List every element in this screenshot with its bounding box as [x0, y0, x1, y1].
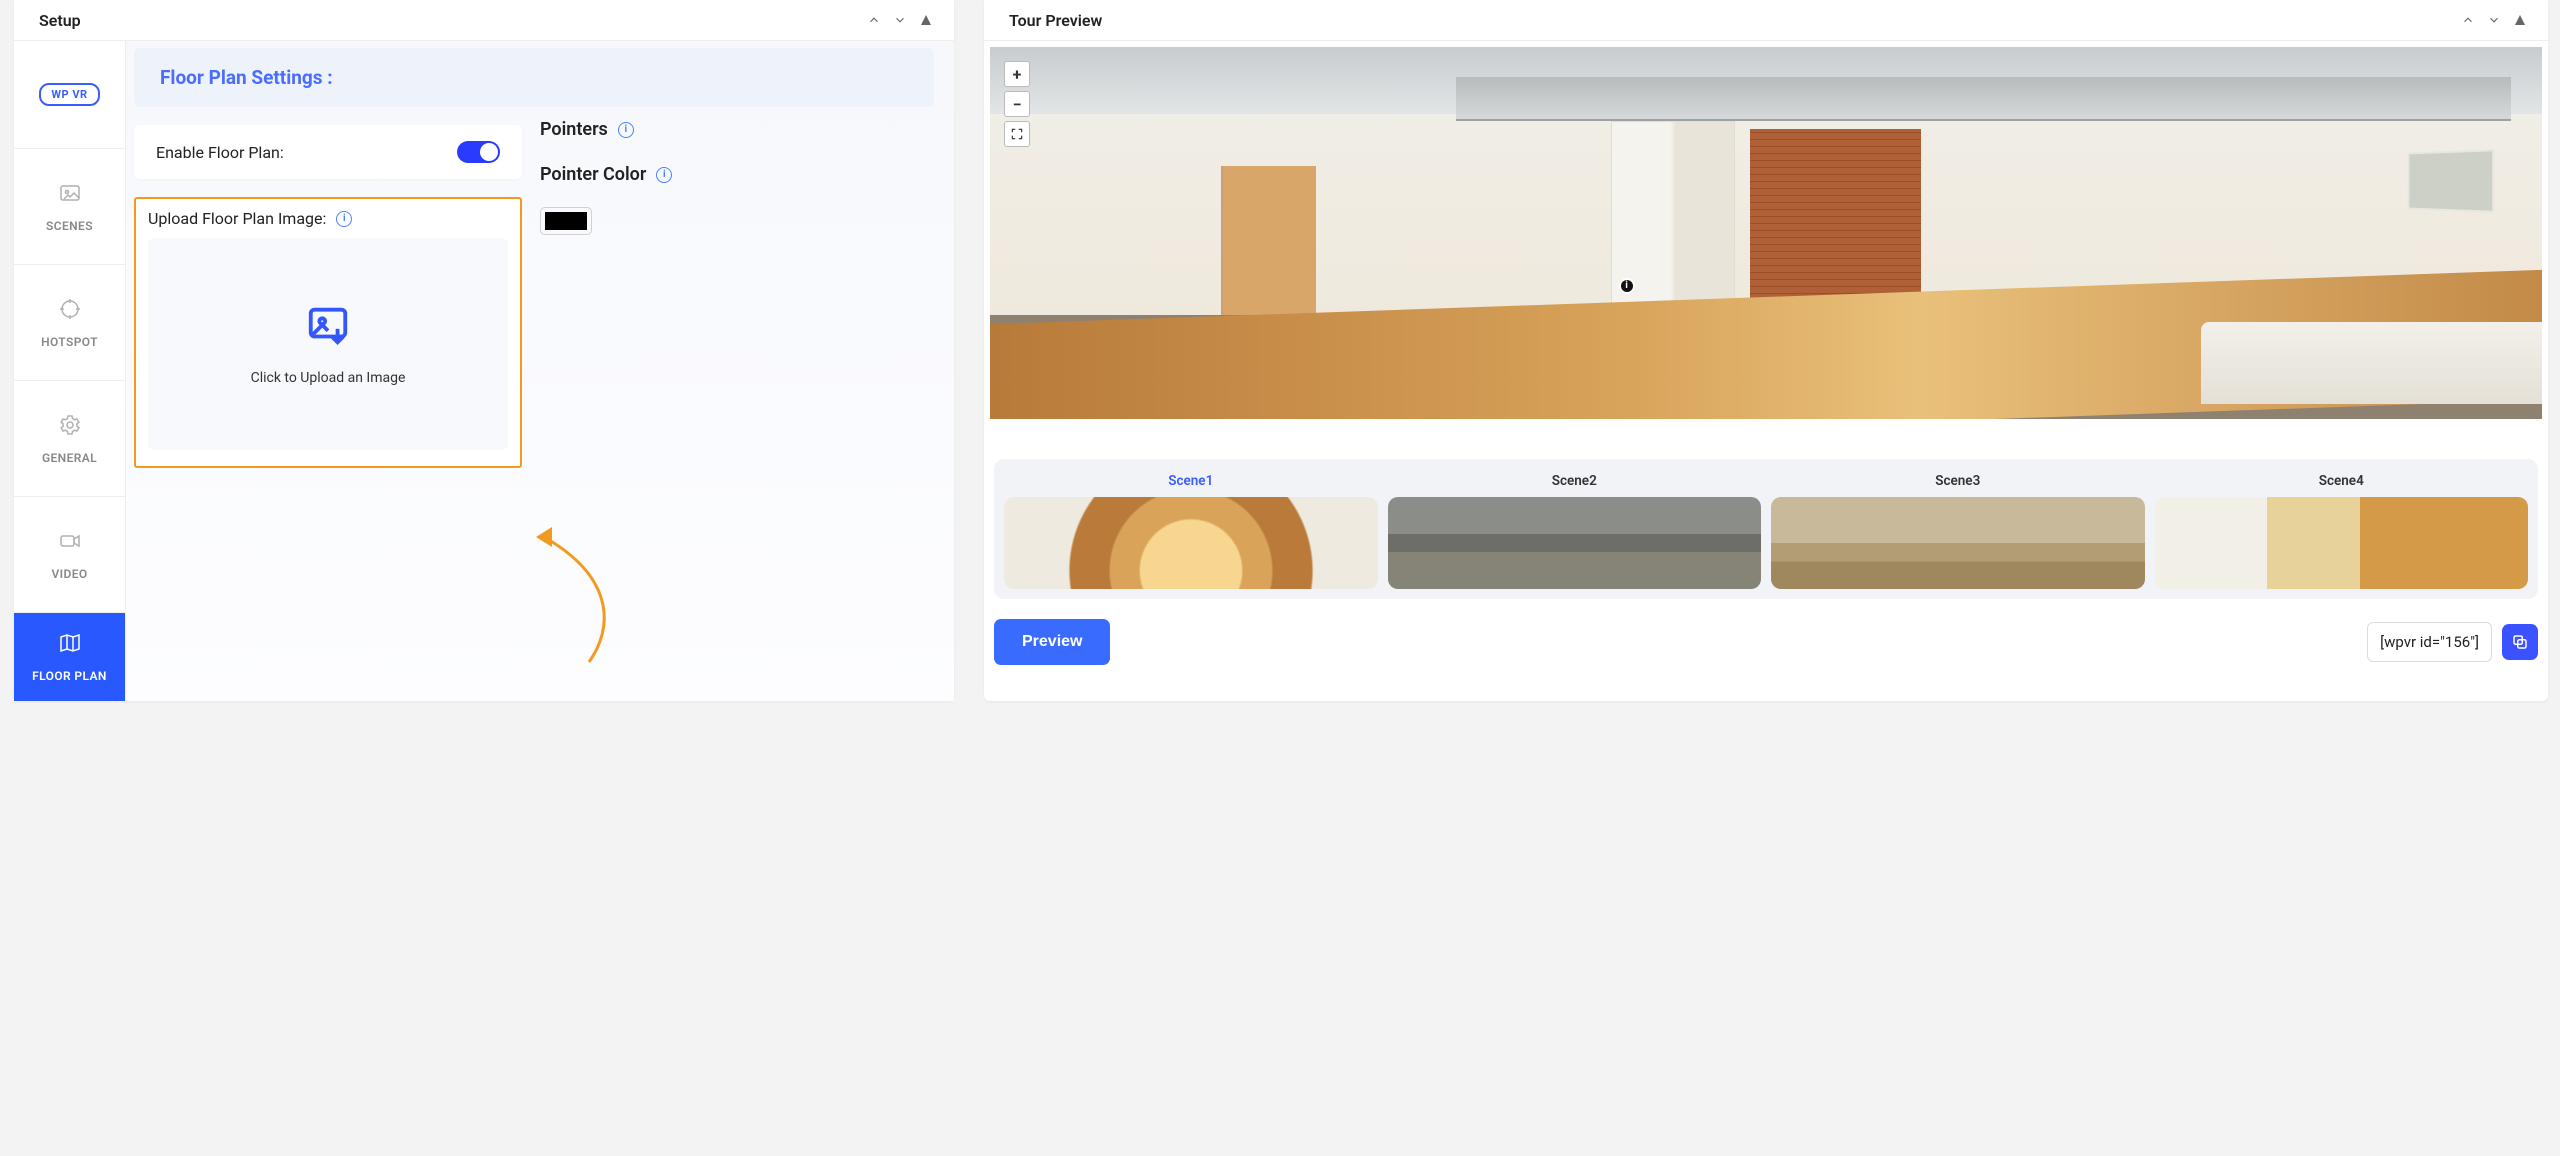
sidebar-item-label: FLOOR PLAN	[32, 669, 107, 683]
sidebar: WP VR SCENES HOTSPOT GENERAL VIDE	[14, 41, 126, 701]
scene-name: Scene2	[1552, 473, 1597, 489]
fullscreen-icon	[1010, 127, 1024, 141]
fullscreen-button[interactable]	[1004, 121, 1030, 147]
copy-icon	[2511, 633, 2529, 651]
preview-bottom-row: Preview [wpvr id="156"]	[990, 619, 2542, 665]
map-icon	[58, 631, 82, 655]
upload-hint-text: Click to Upload an Image	[251, 370, 406, 386]
scene-thumb-4[interactable]: Scene4	[2155, 473, 2529, 589]
setup-header-controls	[864, 10, 936, 30]
tour-preview-panel: Tour Preview	[984, 0, 2548, 701]
pointer-color-swatch[interactable]	[540, 207, 592, 235]
collapse-triangle-icon[interactable]	[916, 10, 936, 30]
scene-thumbnail	[1388, 497, 1762, 589]
sidebar-item-general[interactable]: GENERAL	[14, 381, 125, 497]
video-icon	[58, 529, 82, 553]
pointer-color-label-text: Pointer Color	[540, 164, 646, 185]
scene-name: Scene3	[1935, 473, 1980, 489]
scene-thumbnail	[1771, 497, 2145, 589]
scene-name: Scene4	[2319, 473, 2364, 489]
enable-floor-plan-label: Enable Floor Plan:	[156, 143, 284, 162]
scene-thumb-3[interactable]: Scene3	[1771, 473, 2145, 589]
setup-panel: Setup WP VR SCENES	[14, 0, 954, 701]
image-icon	[58, 181, 82, 205]
scene-thumbnail-strip: Scene1 Scene2 Scene3 Scene4	[994, 459, 2538, 599]
settings-heading: Floor Plan Settings :	[160, 66, 908, 89]
logo-text: WP VR	[39, 83, 99, 106]
sidebar-item-label: GENERAL	[42, 451, 97, 465]
zoom-in-button[interactable]: +	[1004, 61, 1030, 87]
enable-floor-plan-row: Enable Floor Plan:	[134, 125, 522, 179]
crosshair-icon	[58, 297, 82, 321]
pointers-heading-text: Pointers	[540, 119, 608, 140]
upload-floor-plan-label: Upload Floor Plan Image: i	[148, 209, 508, 228]
collapse-down-icon[interactable]	[890, 10, 910, 30]
scene-thumbnail	[1004, 497, 1378, 589]
info-icon[interactable]: i	[656, 167, 672, 183]
copy-shortcode-button[interactable]	[2502, 624, 2538, 660]
upload-floor-plan-box: Upload Floor Plan Image: i C	[134, 197, 522, 468]
scene-render	[990, 47, 2542, 419]
setup-panel-header: Setup	[14, 0, 954, 41]
main-content: Floor Plan Settings : Enable Floor Plan:…	[126, 41, 954, 701]
tour-preview-viewport[interactable]: + − i	[990, 47, 2542, 419]
upload-floor-plan-dropzone[interactable]: Click to Upload an Image	[148, 238, 508, 450]
collapse-up-icon[interactable]	[864, 10, 884, 30]
sidebar-item-label: VIDEO	[51, 567, 87, 581]
upload-image-icon	[305, 302, 351, 348]
shortcode-text[interactable]: [wpvr id="156"]	[2367, 622, 2492, 662]
collapse-up-icon[interactable]	[2458, 10, 2478, 30]
sidebar-item-floor-plan[interactable]: FLOOR PLAN	[14, 613, 125, 701]
hotspot-marker[interactable]: i	[1619, 278, 1635, 294]
collapse-down-icon[interactable]	[2484, 10, 2504, 30]
scene-thumb-2[interactable]: Scene2	[1388, 473, 1762, 589]
tour-preview-header-controls	[2458, 10, 2530, 30]
sidebar-item-scenes[interactable]: SCENES	[14, 149, 125, 265]
pointers-heading: Pointers i	[540, 119, 934, 140]
zoom-out-button[interactable]: −	[1004, 91, 1030, 117]
info-icon[interactable]: i	[618, 122, 634, 138]
info-icon[interactable]: i	[336, 211, 352, 227]
logo: WP VR	[14, 41, 125, 149]
preview-button[interactable]: Preview	[994, 619, 1110, 665]
gear-icon	[58, 413, 82, 437]
annotation-arrow-icon	[534, 517, 654, 667]
tour-preview-header: Tour Preview	[984, 0, 2548, 41]
collapse-triangle-icon[interactable]	[2510, 10, 2530, 30]
setup-title: Setup	[39, 11, 81, 30]
tour-preview-title: Tour Preview	[1009, 11, 1102, 30]
sidebar-item-video[interactable]: VIDEO	[14, 497, 125, 613]
sidebar-item-label: HOTSPOT	[41, 335, 98, 349]
enable-floor-plan-toggle[interactable]	[457, 141, 500, 163]
scene-thumbnail	[2155, 497, 2529, 589]
viewport-controls: + −	[1004, 61, 1030, 147]
scene-thumb-1[interactable]: Scene1	[1004, 473, 1378, 589]
shortcode-block: [wpvr id="156"]	[2367, 622, 2538, 662]
upload-label-text: Upload Floor Plan Image:	[148, 209, 326, 228]
sidebar-item-label: SCENES	[46, 219, 93, 233]
settings-title-bar: Floor Plan Settings :	[134, 48, 934, 107]
color-swatch	[545, 212, 587, 230]
pointer-color-heading: Pointer Color i	[540, 164, 934, 185]
sidebar-item-hotspot[interactable]: HOTSPOT	[14, 265, 125, 381]
scene-name: Scene1	[1168, 473, 1213, 489]
